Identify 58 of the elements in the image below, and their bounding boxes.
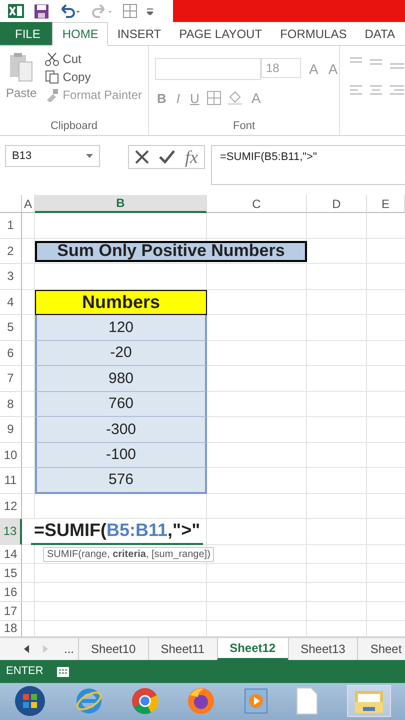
insert-function-button[interactable]: fx <box>185 146 198 168</box>
status-mode: ENTER <box>6 665 44 677</box>
tricolor-circle-icon[interactable] <box>131 687 160 715</box>
document-icon[interactable] <box>296 687 318 715</box>
formula-field[interactable]: =SUMIF(B5:B11,">" <box>211 145 405 185</box>
table-cell: 120 <box>35 315 207 340</box>
column-header[interactable]: A <box>22 195 35 213</box>
cancel-icon[interactable] <box>135 150 149 164</box>
paste-button[interactable]: Paste <box>6 52 37 120</box>
name-box[interactable]: B13 <box>5 145 100 167</box>
group-label: Clipboard <box>49 120 99 134</box>
ribbon-tab[interactable]: FILE <box>0 22 52 45</box>
start-orb-icon[interactable] <box>14 685 46 717</box>
ring-icon[interactable] <box>74 687 103 715</box>
row-header[interactable]: 13 <box>0 519 22 544</box>
borders-icon[interactable] <box>207 91 222 105</box>
macro-icon[interactable] <box>57 665 70 677</box>
title-cell: Sum Only Positive Numbers <box>35 240 307 262</box>
ribbon-tab[interactable]: DATA <box>356 22 404 45</box>
save-icon[interactable] <box>34 4 49 18</box>
caret-icon[interactable] <box>147 7 153 15</box>
table-cell: 980 <box>35 366 207 392</box>
spreadsheet-logo-icon[interactable] <box>8 3 24 19</box>
brush-icon <box>44 88 59 102</box>
column-header[interactable]: B <box>35 195 207 213</box>
column-header[interactable]: C <box>207 195 307 213</box>
cell-formula[interactable]: =SUMIF(B5:B11,">" <box>31 519 204 544</box>
copy-icon <box>44 70 59 84</box>
table-cell: 760 <box>35 392 207 417</box>
clipboard-icon <box>9 52 34 82</box>
cut-button[interactable]: Cut <box>44 52 142 66</box>
checkmark-icon[interactable] <box>159 150 175 164</box>
flame-circle-icon[interactable] <box>187 687 216 715</box>
header-cell: Numbers <box>35 290 207 315</box>
table-cell: -100 <box>35 442 207 468</box>
align-top-icon[interactable] <box>348 56 405 70</box>
ribbon-tab[interactable]: FORMULAS <box>271 22 356 45</box>
table-cell: -20 <box>35 340 207 366</box>
more-sheets-button[interactable]: ... <box>60 638 78 660</box>
folder-icon[interactable] <box>354 688 384 714</box>
ribbon-tab[interactable]: PAGE LAYOUT <box>170 22 272 45</box>
play-icon[interactable] <box>244 688 268 714</box>
column-header[interactable]: E <box>367 195 405 213</box>
fill-bucket-icon[interactable] <box>227 91 244 105</box>
sheet-tab[interactable]: Sheet12 <box>216 638 288 660</box>
group-label: Font <box>232 120 256 134</box>
table-cell: 576 <box>35 468 207 494</box>
font-name-field[interactable] <box>155 58 261 80</box>
undo-icon[interactable] <box>59 4 81 18</box>
scissors-icon <box>44 52 59 66</box>
column-header[interactable]: D <box>307 195 367 213</box>
ribbon-tab[interactable]: HOME <box>52 22 108 46</box>
function-tooltip: SUMIF(range, criteria, [sum_range]) <box>43 546 214 562</box>
copy-button[interactable]: Copy <box>44 70 142 84</box>
ribbon-tab[interactable]: INSERT <box>108 22 170 45</box>
table-icon[interactable] <box>123 4 137 18</box>
scroll-left-icon[interactable] <box>24 644 29 652</box>
table-cell: -300 <box>35 417 207 442</box>
